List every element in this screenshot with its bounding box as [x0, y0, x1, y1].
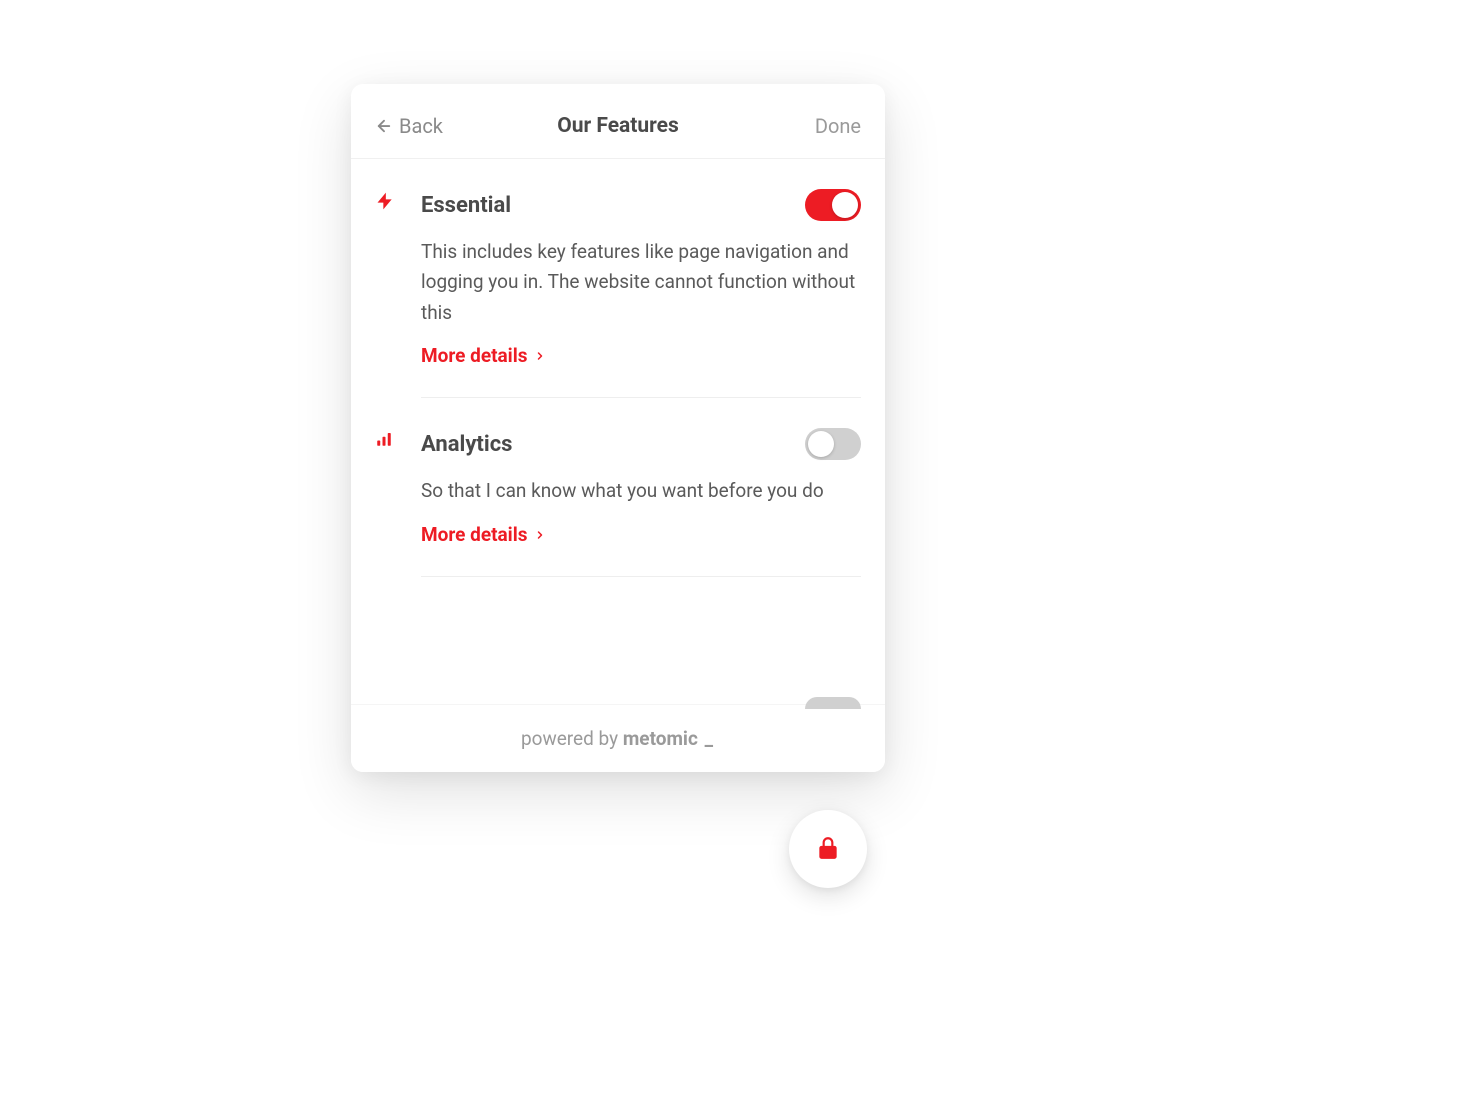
analytics-toggle[interactable] [805, 428, 861, 460]
toggle-knob [832, 192, 858, 218]
powered-by-text: powered by metomic _ [521, 727, 715, 750]
chevron-right-icon [534, 344, 546, 367]
powered-brand: metomic [623, 727, 698, 750]
back-button[interactable]: Back [375, 114, 443, 138]
feature-essential: Essential This includes key features lik… [351, 159, 885, 397]
feature-analytics: Analytics So that I can know what you wa… [351, 398, 885, 575]
toggle-knob [808, 431, 834, 457]
modal-footer: powered by metomic _ [351, 704, 885, 772]
bar-chart-icon [375, 433, 393, 452]
modal-body: Essential This includes key features lik… [351, 159, 885, 704]
lock-icon [815, 835, 841, 864]
more-details-label: More details [421, 523, 528, 546]
modal-header: Back Our Features Done [351, 84, 885, 159]
chevron-right-icon [534, 523, 546, 546]
feature-title: Analytics [421, 432, 512, 457]
powered-suffix: _ [698, 727, 715, 750]
privacy-fab[interactable] [789, 810, 867, 888]
features-modal: Back Our Features Done Essential [351, 84, 885, 772]
partial-toggle [805, 697, 861, 704]
more-details-button[interactable]: More details [421, 523, 546, 546]
powered-prefix: powered by [521, 727, 623, 750]
arrow-left-icon [375, 117, 393, 135]
essential-toggle[interactable] [805, 189, 861, 221]
back-label: Back [399, 114, 443, 138]
divider [421, 576, 861, 577]
feature-title: Essential [421, 193, 511, 218]
bolt-icon [375, 196, 395, 215]
done-button[interactable]: Done [815, 114, 861, 138]
feature-description: So that I can know what you want before … [421, 476, 861, 506]
feature-description: This includes key features like page nav… [421, 237, 861, 328]
more-details-label: More details [421, 344, 528, 367]
more-details-button[interactable]: More details [421, 344, 546, 367]
modal-title: Our Features [557, 114, 679, 138]
